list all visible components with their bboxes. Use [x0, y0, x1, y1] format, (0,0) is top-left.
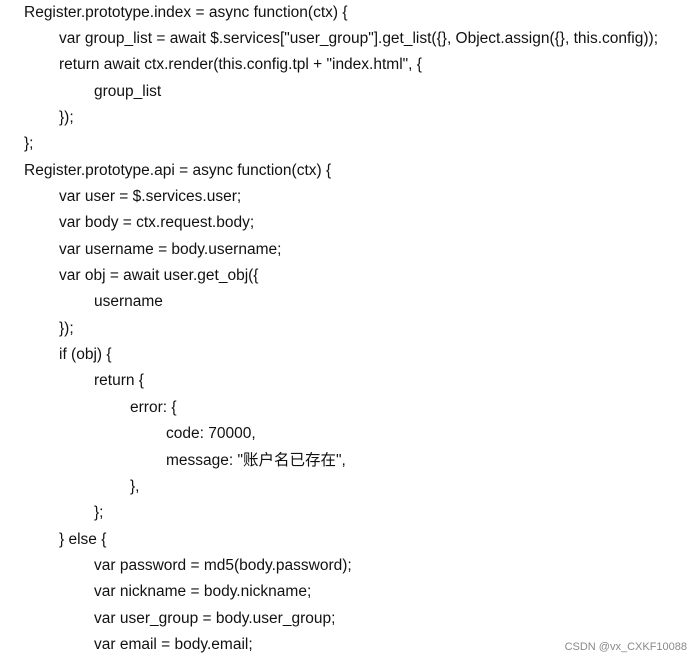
code-line: }, — [130, 478, 140, 495]
code-line: Register.prototype.index = async functio… — [24, 4, 348, 21]
code-line: error: { — [130, 399, 177, 416]
code-line: var email = body.email; — [94, 636, 253, 653]
code-document: Register.prototype.index = async functio… — [0, 0, 697, 659]
code-line: var obj = await user.get_obj({ — [59, 267, 259, 284]
code-line: Register.prototype.api = async function(… — [24, 162, 332, 179]
code-line: var group_list = await $.services["user_… — [59, 30, 659, 47]
code-line: }); — [59, 109, 74, 126]
code-line: var user = $.services.user; — [59, 188, 242, 205]
code-line: }; — [24, 135, 34, 152]
code-line: var username = body.username; — [59, 241, 282, 258]
watermark-text: CSDN @vx_CXKF10088 — [564, 641, 687, 653]
code-line: var user_group = body.user_group; — [94, 610, 336, 627]
code-line: if (obj) { — [59, 346, 112, 363]
code-line: var body = ctx.request.body; — [59, 214, 255, 231]
code-line: group_list — [94, 83, 162, 100]
code-line: } else { — [59, 531, 107, 548]
code-line: }; — [94, 504, 104, 521]
code-line: code: 70000, — [166, 425, 256, 442]
code-line: return { — [94, 372, 144, 389]
code-line: var nickname = body.nickname; — [94, 583, 312, 600]
code-line: return await ctx.render(this.config.tpl … — [59, 56, 422, 73]
code-line: username — [94, 293, 163, 310]
code-line: var password = md5(body.password); — [94, 557, 352, 574]
code-line: }); — [59, 320, 74, 337]
code-line: message: "账户名已存在", — [166, 452, 346, 469]
